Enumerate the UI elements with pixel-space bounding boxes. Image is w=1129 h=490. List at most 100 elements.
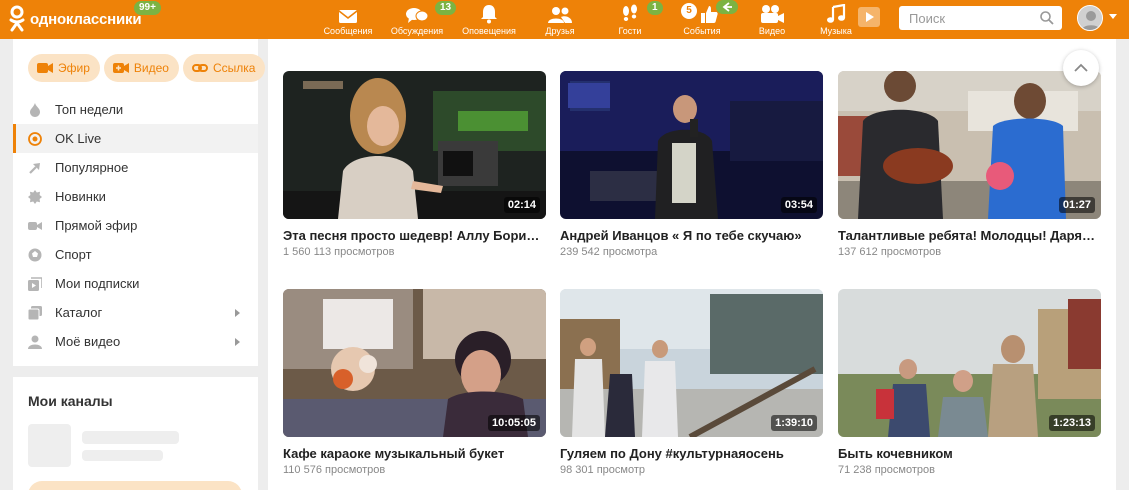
video-duration: 1:23:13 [1049,415,1095,431]
nav-guests[interactable]: Гости [614,0,646,39]
scroll-to-top-button[interactable] [1063,50,1099,86]
nav-label: Видео [758,26,786,36]
sidebar-item-subscriptions[interactable]: Мои подписки [13,269,258,298]
create-channel-button[interactable] [28,481,242,490]
video-card: 10:05:05 Кафе караоке музыкальный букет … [283,289,546,476]
nav-label: Друзья [545,26,575,36]
sidebar-item-top-week[interactable]: Топ недели [13,95,258,124]
video-title[interactable]: Андрей Иванцов « Я по тебе скучаю» [560,228,823,243]
sidebar-item-label: Топ недели [55,102,124,117]
chat-bubbles-icon [406,8,429,23]
share-arrow-icon [722,2,732,12]
live-stream-button[interactable]: Эфир [28,54,100,82]
search-icon[interactable] [1040,11,1054,25]
flame-icon [30,102,40,117]
channel-placeholder-avatar [28,424,71,467]
chevron-right-icon [235,338,240,346]
play-icon [866,12,874,22]
music-note-icon [827,4,846,23]
upload-video-button[interactable]: Видео [103,54,179,82]
events-count-badge: 5 [681,3,697,19]
sidebar-item-label: Спорт [55,247,92,262]
nav-label: Гости [618,26,642,36]
sidebar-item-popular[interactable]: Популярное [13,153,258,182]
video-views: 1 560 113 просмотров [283,246,395,258]
guests-badge: 1 [647,1,663,15]
live-camera-icon [37,63,53,73]
video-duration: 1:39:10 [771,415,817,431]
sidebar-item-label: Популярное [55,160,129,175]
envelope-icon [338,10,358,23]
nav-label: Обсуждения [390,26,444,36]
user-avatar-icon [1078,6,1102,30]
discussions-badge: 13 [435,1,457,15]
logo-text: одноклассники [30,10,142,28]
nav-label: Музыка [820,26,852,36]
nav-music[interactable]: Музыка [817,0,855,39]
video-title[interactable]: Кафе караоке музыкальный букет [283,446,546,461]
footprints-icon [623,4,637,21]
video-title[interactable]: Гуляем по Дону #культурнаяосень [560,446,823,461]
nav-label: События [683,26,721,36]
add-link-button[interactable]: Ссылка [182,54,266,82]
nav-friends[interactable]: Друзья [540,0,580,39]
video-plus-icon [112,63,129,73]
sidebar-item-sport[interactable]: Спорт [13,240,258,269]
video-title[interactable]: Эта песня просто шедевр! Аллу Борисовну [283,228,546,243]
video-thumbnail[interactable]: 03:54 [560,71,823,219]
video-duration: 01:27 [1058,197,1095,213]
video-duration: 02:14 [503,197,540,213]
sidebar-item-label: OK Live [55,131,102,146]
nav-label: Оповещения [462,26,516,36]
friends-icon [548,7,572,23]
video-categories-menu: Топ недели OK Live Популярное Новинки Пр… [13,95,258,356]
trend-arrow-icon [29,162,40,174]
profile-menu-caret[interactable] [1109,14,1117,19]
sidebar-item-label: Мои подписки [55,276,140,291]
sidebar-item-new[interactable]: Новинки [13,182,258,211]
sport-ball-icon [28,248,42,261]
pill-label: Эфир [58,61,90,75]
video-duration: 03:54 [780,197,817,213]
catalog-icon [28,305,42,320]
video-thumbnail[interactable]: 1:23:13 [838,289,1101,437]
video-card: 1:39:10 Гуляем по Дону #культурнаяосень … [560,289,823,476]
sidebar-item-my-video[interactable]: Моё видео [13,327,258,356]
video-duration: 10:05:05 [487,415,540,431]
sidebar-item-live[interactable]: Прямой эфир [13,211,258,240]
channel-placeholder-line [82,431,179,444]
nav-notifications[interactable]: Оповещения [460,0,518,39]
sidebar-item-label: Прямой эфир [55,218,138,233]
sidebar-item-label: Моё видео [55,334,121,349]
search-box [899,6,1062,30]
nav-messages[interactable]: Сообщения [322,0,374,39]
avatar[interactable] [1077,5,1103,31]
new-badge-icon [28,189,42,204]
music-player-button[interactable] [858,7,880,27]
ok-logo-icon [8,5,26,33]
bell-icon [481,5,497,24]
live-broadcast-icon [28,221,42,230]
nav-label: Сообщения [323,26,373,36]
nav-video[interactable]: Видео [755,0,789,39]
channel-placeholder-line [82,450,163,461]
user-icon [28,335,42,349]
sidebar-item-catalog[interactable]: Каталог [13,298,258,327]
video-thumbnail[interactable]: 02:14 [283,71,546,219]
my-channels-panel: Мои каналы [13,377,258,490]
video-views: 239 542 просмотра [560,246,658,258]
logo-notification-badge: 99+ [134,1,161,15]
ok-logo[interactable]: одноклассники [8,4,142,34]
video-views: 137 612 просмотров [838,246,942,258]
video-views: 71 238 просмотров [838,464,935,476]
video-title[interactable]: Талантливые ребята! Молодцы! Дарят радос… [838,228,1101,243]
video-thumbnail[interactable]: 01:27 [838,71,1101,219]
sidebar-item-ok-live[interactable]: OK Live [13,124,258,153]
video-views: 98 301 просмотр [560,464,645,476]
video-thumbnail[interactable]: 10:05:05 [283,289,546,437]
search-input[interactable] [899,6,1029,30]
video-card: 03:54 Андрей Иванцов « Я по тебе скучаю»… [560,71,823,258]
pill-label: Ссылка [212,61,256,75]
video-title[interactable]: Быть кочевником [838,446,1101,461]
video-thumbnail[interactable]: 1:39:10 [560,289,823,437]
